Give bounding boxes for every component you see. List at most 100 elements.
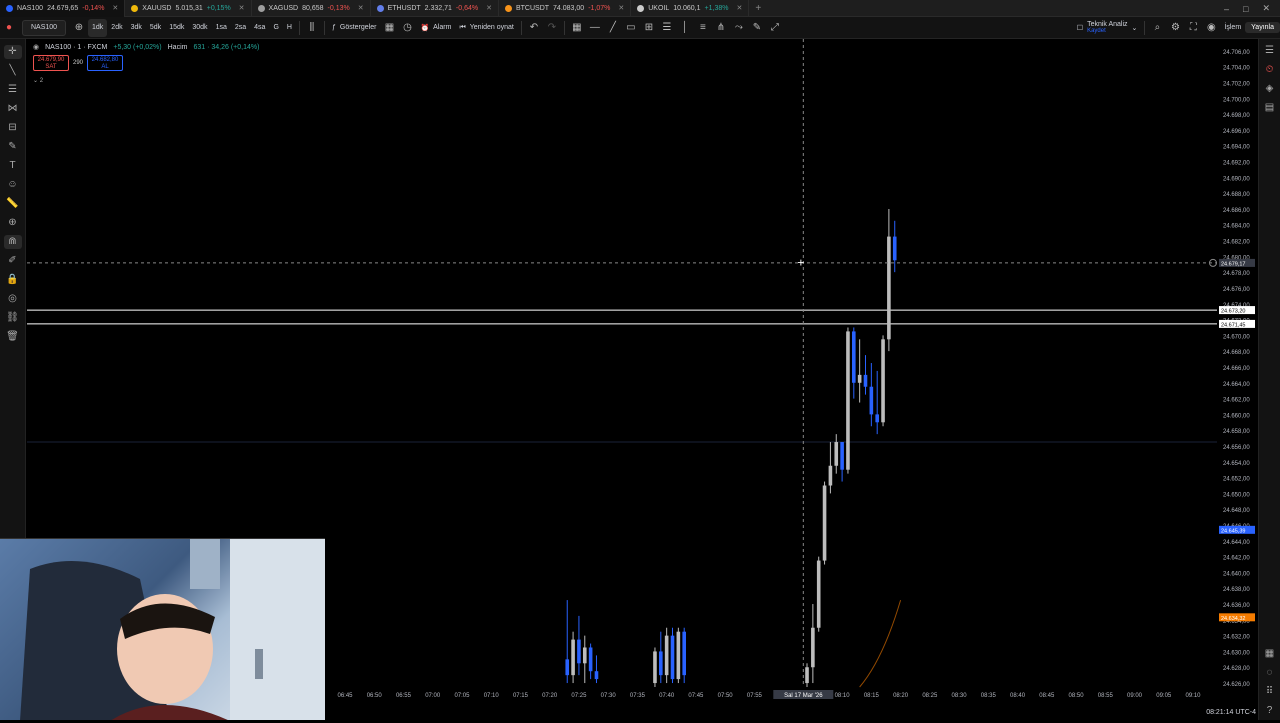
zoom-icon[interactable]: ⊕ [4, 216, 22, 230]
eye-icon[interactable]: ◎ [4, 292, 22, 306]
pitchfork-icon[interactable]: ⋔ [712, 22, 730, 33]
measure-tool-icon[interactable]: ⊟ [4, 121, 22, 135]
avatar[interactable]: ● [0, 22, 18, 33]
publish-button[interactable]: Yayınla [1245, 22, 1280, 33]
eye-icon[interactable]: ◉ [33, 43, 39, 51]
chat-icon[interactable]: ▤ [1265, 102, 1274, 113]
interval-2sa[interactable]: 2sa [231, 19, 250, 37]
fib-tool-icon[interactable]: ☰ [4, 83, 22, 97]
vertical-line-icon[interactable]: │ [676, 22, 694, 33]
line-tool-icon[interactable]: ╲ [4, 64, 22, 78]
plus-icon[interactable]: ⊕ [70, 22, 88, 33]
sell-button[interactable]: 24.679,90 SAT [33, 55, 69, 71]
price-tick-label: 24.636,00 [1223, 603, 1250, 609]
pattern-tool-icon[interactable]: ⋈ [4, 102, 22, 116]
browser-tab[interactable]: BTCUSDT 74.083,00 -1,07% ✕ [499, 0, 631, 17]
tech-analysis-button[interactable]: ☐ Teknik Analiz Kaydet ⌄ [1073, 19, 1142, 37]
brush-tool-icon[interactable]: ✎ [4, 140, 22, 154]
interval-4sa[interactable]: 4sa [250, 19, 269, 37]
browser-tab[interactable]: NAS100 24.679,65 -0,14% ✕ [0, 0, 125, 17]
price-marker-label: 24.671,45 [1221, 322, 1245, 328]
apps-icon[interactable]: ⠿ [1266, 686, 1273, 697]
text-tool-icon[interactable]: T [4, 159, 22, 173]
indicators-button[interactable]: ƒGöstergeler [328, 19, 380, 37]
parallel-channel-icon[interactable]: ≡ [694, 22, 712, 33]
interval-30dk[interactable]: 30dk [188, 19, 211, 37]
close-tab-icon[interactable]: ✕ [736, 4, 742, 12]
ideas-icon[interactable]: ◌ [1267, 667, 1273, 678]
close-icon[interactable]: ✕ [1262, 3, 1270, 14]
price-tick-label: 24.640,00 [1223, 571, 1250, 577]
collapse-toggle[interactable]: ⌄ 2 [33, 77, 43, 84]
price-tick-label: 24.702,00 [1223, 82, 1250, 88]
grid-icon[interactable]: ▦ [568, 22, 586, 33]
interval-15dk[interactable]: 15dk [165, 19, 188, 37]
browser-tab[interactable]: XAGUSD 80,658 -0,13% ✕ [252, 0, 371, 17]
close-tab-icon[interactable]: ✕ [239, 4, 245, 12]
price-tick-label: 24.666,00 [1223, 366, 1250, 372]
horizontal-line-icon[interactable]: ― [586, 22, 604, 33]
symbol-search[interactable]: NAS100 [22, 20, 66, 36]
candle-body [671, 636, 675, 679]
layers-icon[interactable]: ◈ [1266, 83, 1274, 94]
camera-icon[interactable]: ◉ [1202, 22, 1220, 33]
link-icon[interactable]: ⛓ [4, 311, 22, 325]
trend-line-icon[interactable]: ╱ [604, 22, 622, 33]
path-icon[interactable]: ⤳ [730, 22, 748, 33]
price-tick-label: 24.692,00 [1223, 161, 1250, 167]
interval-G[interactable]: G [269, 19, 282, 37]
trash-icon[interactable]: 🗑 [4, 330, 22, 344]
new-tab-icon[interactable]: + [749, 3, 767, 14]
close-tab-icon[interactable]: ✕ [358, 4, 364, 12]
browser-tab[interactable]: XAUUSD 5.015,31 +0,15% ✕ [125, 0, 251, 17]
fullscreen-icon[interactable]: ⛶ [1184, 22, 1202, 33]
candle-body [665, 636, 669, 676]
interval-3dk[interactable]: 3dk [127, 19, 146, 37]
minimize-icon[interactable]: – [1224, 4, 1229, 14]
ruler-icon[interactable]: 📏 [4, 197, 22, 211]
price-tick-label: 24.704,00 [1223, 66, 1250, 72]
calendar-icon[interactable]: ▦ [1265, 648, 1274, 659]
close-tab-icon[interactable]: ✕ [112, 4, 118, 12]
layout-icon[interactable]: ⊞ [640, 22, 658, 33]
interval-H[interactable]: H [283, 19, 296, 37]
browser-tab[interactable]: ETHUSDT 2.332,71 -0,64% ✕ [371, 0, 499, 17]
interval-1dk[interactable]: 1dk [88, 19, 107, 37]
close-tab-icon[interactable]: ✕ [618, 4, 624, 12]
fib-icon[interactable]: ☰ [658, 22, 676, 33]
candle-type-icon[interactable]: ⫼ [303, 22, 321, 33]
ray-icon[interactable]: ⤢ [766, 22, 784, 33]
brush-icon[interactable]: ✎ [748, 22, 766, 33]
interval-1sa[interactable]: 1sa [212, 19, 231, 37]
buy-button[interactable]: 24.682,80 AL [87, 55, 123, 71]
price-tick-label: 24.638,00 [1223, 587, 1250, 593]
interval-5dk[interactable]: 5dk [146, 19, 165, 37]
candle-body [583, 647, 587, 663]
browser-tab-bar: NAS100 24.679,65 -0,14% ✕ XAUUSD 5.015,3… [0, 0, 1280, 17]
time-tick-label: 09:05 [1156, 693, 1172, 699]
browser-tab[interactable]: UKOIL 10.060,1 +1,38% ✕ [631, 0, 749, 17]
gear-icon[interactable]: ⚙ [1166, 22, 1184, 33]
candle-body [565, 659, 569, 675]
undo-icon[interactable]: ↶ [525, 22, 543, 33]
alert-icon[interactable]: ◷ [398, 22, 416, 33]
watchlist-icon[interactable]: ☰ [1265, 45, 1274, 56]
redo-icon[interactable]: ↷ [543, 22, 561, 33]
cursor-icon[interactable]: ✛ [4, 45, 22, 59]
search-icon[interactable]: ⌕ [1148, 22, 1166, 33]
replay-button[interactable]: ⏮Yeniden oynat [455, 19, 517, 37]
pencil-lock-icon[interactable]: ✐ [4, 254, 22, 268]
emoji-tool-icon[interactable]: ☺ [4, 178, 22, 192]
alarm-button[interactable]: ⏰Alarm [416, 19, 455, 37]
rectangle-icon[interactable]: ▭ [622, 22, 640, 33]
help-icon[interactable]: ? [1267, 705, 1273, 716]
chart-toolbar: ● NAS100 ⊕ 1dk2dk3dk5dk15dk30dk1sa2sa4sa… [0, 17, 1280, 39]
maximize-icon[interactable]: □ [1243, 4, 1248, 14]
trade-button[interactable]: İşlem [1220, 19, 1245, 37]
alerts-icon[interactable]: ⏲ [1266, 64, 1274, 75]
magnet-icon[interactable]: ⋒ [4, 235, 22, 249]
templates-icon[interactable]: ▦ [380, 22, 398, 33]
close-tab-icon[interactable]: ✕ [486, 4, 492, 12]
lock-icon[interactable]: 🔒 [4, 273, 22, 287]
interval-2dk[interactable]: 2dk [107, 19, 126, 37]
